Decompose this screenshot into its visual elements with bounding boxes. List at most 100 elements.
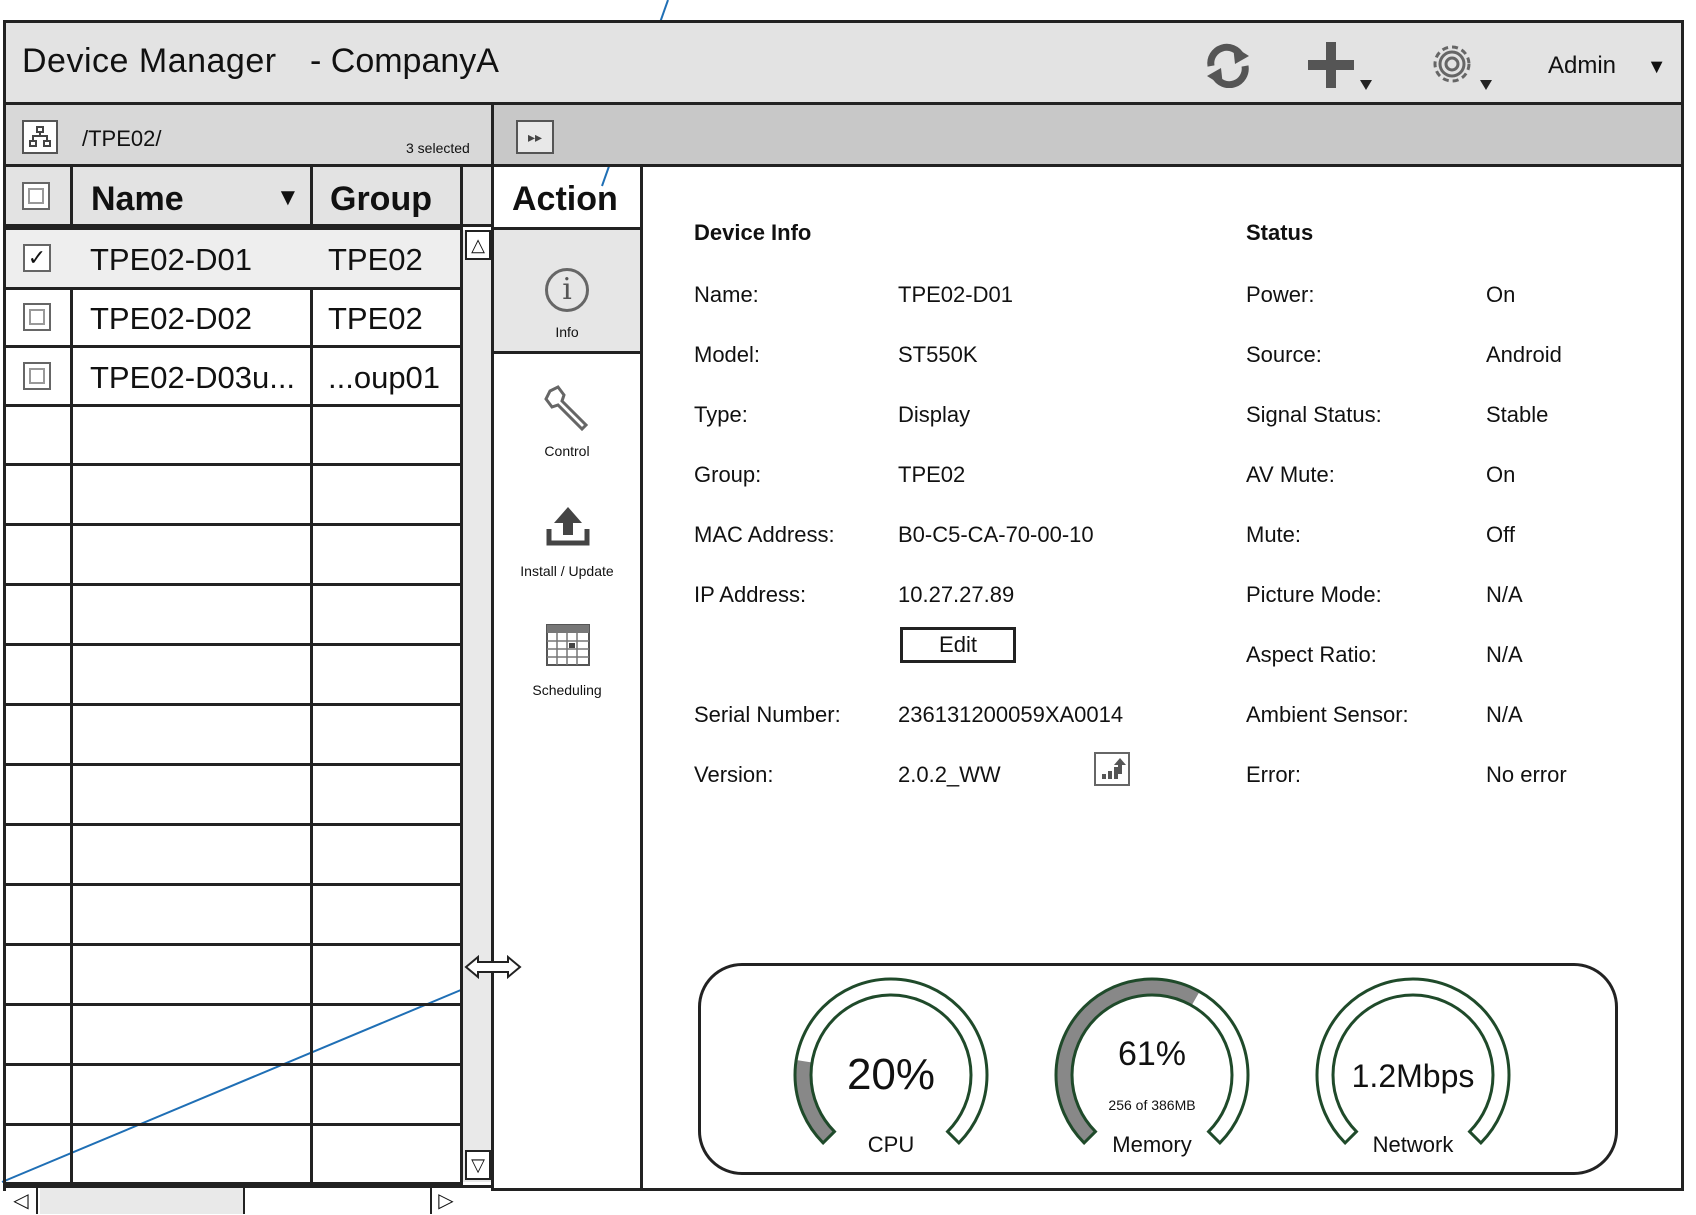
grid-line — [6, 703, 463, 706]
action-item-install-update[interactable]: Install / Update — [494, 505, 640, 585]
device-group: TPE02 — [328, 242, 423, 277]
info-field-value: 2.0.2_WW — [898, 762, 1001, 787]
grid-line — [6, 523, 463, 526]
select-all-checkbox[interactable] — [22, 182, 50, 210]
table-row[interactable]: TPE02-D03u... ...oup01 — [6, 348, 460, 404]
status-field-label: Error: — [1246, 762, 1301, 787]
status-field-value: N/A — [1486, 642, 1523, 667]
info-icon: i — [545, 268, 589, 312]
status-field-label: AV Mute: — [1246, 462, 1335, 487]
scroll-left-icon[interactable]: ◁ — [6, 1188, 38, 1214]
expand-panel-icon[interactable]: ▸▸ — [516, 120, 554, 154]
scroll-up-icon[interactable]: △ — [465, 230, 491, 260]
grid-line — [6, 643, 463, 646]
current-path: /TPE02/ — [82, 126, 162, 151]
upload-icon — [546, 507, 590, 546]
grid-line — [6, 883, 463, 886]
info-field-label: Group: — [694, 462, 762, 487]
info-field-label: Version: — [694, 762, 774, 787]
settings-icon[interactable] — [1426, 40, 1496, 94]
info-field-label: Serial Number: — [694, 702, 841, 727]
grid-line — [6, 1003, 463, 1006]
dropdown-caret-icon: ▼ — [1646, 56, 1667, 78]
scroll-down-icon[interactable]: ▽ — [465, 1150, 491, 1180]
grid-line — [6, 763, 463, 766]
device-name: TPE02-D01 — [90, 242, 252, 277]
memory-label: Memory — [1112, 1132, 1192, 1157]
horizontal-scroll-thumb[interactable] — [40, 1188, 245, 1214]
status-field-label: Picture Mode: — [1246, 582, 1382, 607]
wrench-icon — [544, 385, 589, 432]
status-field-value: Stable — [1486, 402, 1549, 427]
action-item-scheduling[interactable]: Scheduling — [494, 620, 640, 704]
add-icon[interactable] — [1306, 40, 1376, 94]
info-field-label: Type: — [694, 402, 748, 427]
calendar-icon — [546, 624, 590, 666]
status-field-label: Power: — [1246, 282, 1315, 307]
status-field-value: On — [1486, 462, 1516, 487]
scroll-right-icon[interactable]: ▷ — [430, 1188, 460, 1214]
memory-value: 61% — [1117, 1035, 1187, 1073]
info-field-value: B0-C5-CA-70-00-10 — [898, 522, 1094, 547]
network-value: 1.2Mbps — [1351, 1058, 1475, 1094]
info-field-label: IP Address: — [694, 582, 807, 607]
status-field-value: No error — [1486, 762, 1567, 787]
user-menu[interactable]: Admin ▼ — [1548, 52, 1667, 80]
info-field-value: 10.27.27.89 — [898, 582, 1015, 607]
edit-button[interactable]: Edit — [900, 627, 1016, 663]
hierarchy-icon[interactable] — [22, 120, 58, 154]
action-label: Scheduling — [532, 682, 602, 698]
device-name: TPE02-D03u... — [90, 360, 296, 395]
info-field-label: Name: — [694, 282, 759, 307]
info-field-value: TPE02 — [898, 462, 966, 487]
action-item-control[interactable]: Control — [494, 385, 640, 471]
grid-line — [6, 404, 463, 407]
device-group: ...oup01 — [328, 360, 441, 395]
status-field-value: On — [1486, 282, 1516, 307]
status-field-label: Mute: — [1246, 522, 1302, 547]
action-label: Control — [544, 443, 590, 459]
status-field-label: Aspect Ratio: — [1246, 642, 1377, 667]
action-header: Action — [512, 180, 618, 218]
app-title: Device Manager — [22, 42, 277, 80]
status-field-value: N/A — [1486, 702, 1523, 727]
memory-sub: 256 of 386MB — [1108, 1097, 1196, 1113]
version-update-icon[interactable] — [1094, 752, 1130, 786]
column-name-header[interactable]: Name — [91, 180, 184, 219]
status-field-value: N/A — [1486, 582, 1523, 607]
path-bar — [6, 105, 494, 167]
status-field-label: Signal Status: — [1246, 402, 1382, 427]
device-name: TPE02-D02 — [90, 301, 252, 336]
row-checkbox[interactable]: ✓ — [23, 244, 51, 272]
status-field-label: Ambient Sensor: — [1246, 702, 1409, 727]
status-field-value: Android — [1486, 342, 1562, 367]
action-item-info[interactable]: i Info — [494, 230, 640, 354]
sort-caret-icon[interactable]: ▼ — [276, 184, 300, 212]
info-field-label: MAC Address: — [694, 522, 835, 547]
selection-count: 3 selected — [406, 140, 470, 156]
resize-handle-icon[interactable] — [464, 954, 522, 980]
action-label: Install / Update — [520, 563, 614, 579]
user-name: Admin — [1548, 52, 1617, 79]
grid-line — [6, 943, 463, 946]
grid-line — [6, 1123, 463, 1126]
status-field-value: Off — [1486, 522, 1515, 547]
action-label: Info — [555, 324, 579, 340]
device-info-title: Device Info — [694, 220, 812, 245]
company-name: - CompanyA — [310, 42, 499, 80]
panel-divider — [640, 167, 643, 1188]
table-row[interactable]: ✓ TPE02-D01 TPE02 — [6, 230, 460, 287]
panel-toolbar — [494, 105, 1681, 167]
refresh-icon[interactable] — [1200, 40, 1256, 90]
vertical-scrollbar[interactable] — [463, 230, 491, 1182]
grid-line — [6, 1063, 463, 1066]
row-checkbox[interactable] — [23, 362, 51, 390]
info-field-value: Display — [898, 402, 971, 427]
info-field-label: Model: — [694, 342, 761, 367]
grid-line — [6, 463, 463, 466]
column-group-header[interactable]: Group — [330, 180, 432, 219]
network-label: Network — [1372, 1132, 1454, 1157]
row-checkbox[interactable] — [23, 303, 51, 331]
info-field-value: 236131200059XA0014 — [898, 702, 1124, 727]
table-row[interactable]: TPE02-D02 TPE02 — [6, 289, 460, 345]
